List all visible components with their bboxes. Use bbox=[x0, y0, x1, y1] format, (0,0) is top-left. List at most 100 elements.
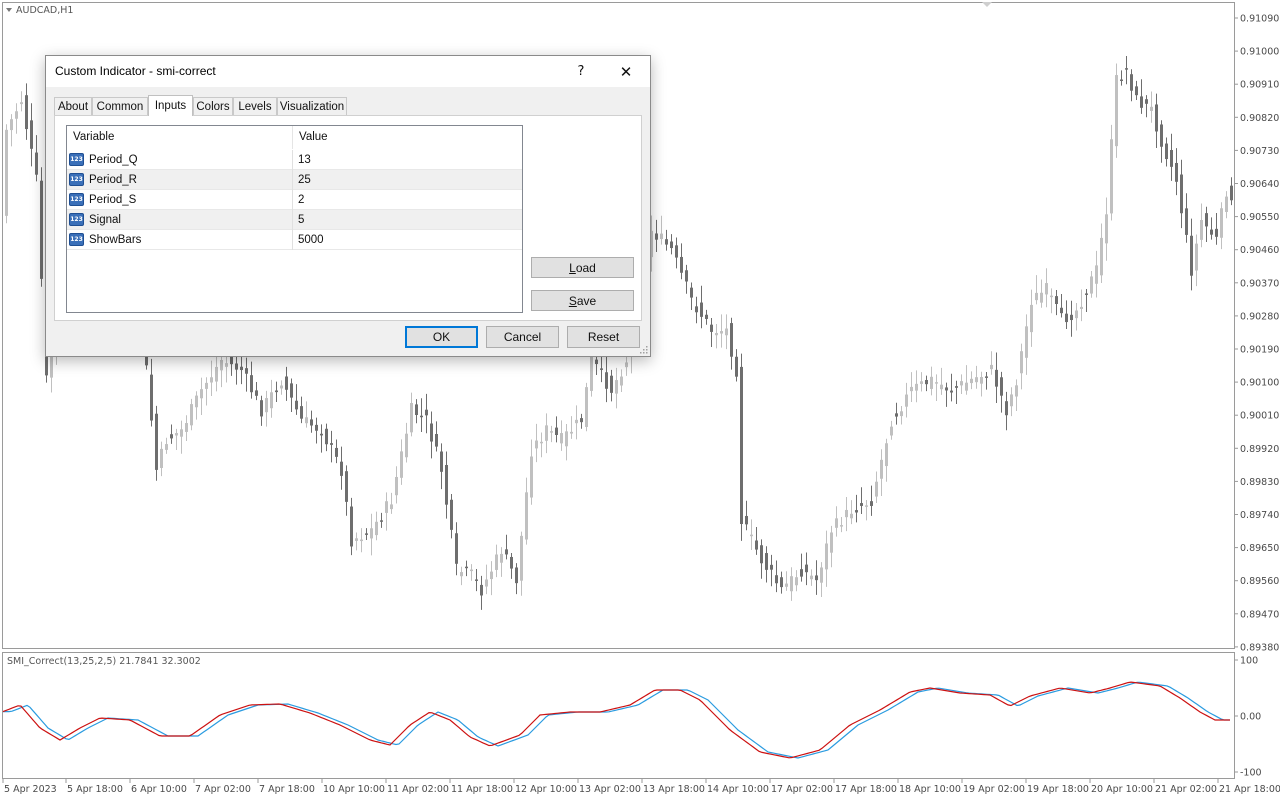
candle-body bbox=[390, 504, 393, 510]
candle-body bbox=[305, 417, 308, 424]
variable-value[interactable]: 5 bbox=[298, 210, 304, 230]
close-icon: ✕ bbox=[619, 62, 633, 81]
price-tick-label: 0.91000 bbox=[1240, 47, 1279, 58]
candle-body bbox=[805, 564, 808, 573]
candle-body bbox=[320, 433, 323, 436]
candle-body bbox=[735, 356, 738, 377]
candle-body bbox=[360, 539, 363, 542]
candle-body bbox=[820, 567, 823, 583]
tab-visualization[interactable]: Visualization bbox=[277, 97, 347, 115]
tab-levels[interactable]: Levels bbox=[233, 97, 277, 115]
column-header-value[interactable]: Value bbox=[293, 126, 522, 149]
candle-body bbox=[1125, 68, 1128, 70]
help-button[interactable]: ? bbox=[559, 56, 603, 87]
price-tick-label: 0.89650 bbox=[1240, 543, 1279, 554]
candle-body bbox=[245, 368, 248, 374]
candle-body bbox=[1205, 213, 1208, 227]
candle-body bbox=[260, 400, 263, 417]
candle-body bbox=[485, 579, 488, 587]
candle-body bbox=[445, 465, 448, 505]
candle-body bbox=[1080, 306, 1083, 309]
dialog-title: Custom Indicator - smi-correct bbox=[55, 64, 216, 78]
tab-colors[interactable]: Colors bbox=[193, 97, 233, 115]
candle-body bbox=[1105, 214, 1108, 244]
time-tick-label: 19 Apr 18:00 bbox=[1027, 784, 1089, 795]
candle-body bbox=[520, 535, 523, 581]
candle-body bbox=[160, 448, 163, 468]
table-row[interactable]: 123 Signal 5 bbox=[67, 210, 522, 230]
candle-body bbox=[240, 366, 243, 371]
candle-body bbox=[740, 366, 743, 525]
candle-body bbox=[1230, 185, 1233, 201]
candle-body bbox=[375, 521, 378, 536]
tab-inputs[interactable]: Inputs bbox=[148, 95, 193, 116]
price-tick-label: 0.90820 bbox=[1240, 113, 1279, 124]
time-tick-label: 19 Apr 02:00 bbox=[963, 784, 1025, 795]
candle-body bbox=[330, 443, 333, 445]
candle-body bbox=[1130, 74, 1133, 91]
candle-body bbox=[1160, 124, 1163, 147]
price-tick-label: 0.90190 bbox=[1240, 345, 1279, 356]
variable-name: ShowBars bbox=[89, 234, 142, 246]
custom-indicator-dialog: Custom Indicator - smi-correct ? ✕ About… bbox=[45, 55, 651, 357]
candle-body bbox=[1090, 276, 1093, 294]
candle-body bbox=[270, 392, 273, 409]
candle-body bbox=[1190, 235, 1193, 276]
candle-body bbox=[715, 332, 718, 336]
price-tick-label: 0.91090 bbox=[1240, 14, 1279, 25]
candle-body bbox=[1010, 394, 1013, 407]
candle-body bbox=[860, 503, 863, 506]
variable-value[interactable]: 25 bbox=[298, 170, 311, 190]
candle-body bbox=[565, 431, 568, 447]
candle-body bbox=[510, 556, 513, 569]
variable-value[interactable]: 13 bbox=[298, 150, 311, 170]
variable-value[interactable]: 2 bbox=[298, 190, 304, 210]
cancel-button[interactable]: Cancel bbox=[486, 326, 559, 348]
table-row[interactable]: 123 Period_S 2 bbox=[67, 190, 522, 210]
candle-body bbox=[750, 534, 753, 537]
time-tick-label: 13 Apr 18:00 bbox=[643, 784, 705, 795]
candle-body bbox=[35, 152, 38, 175]
candle-body bbox=[220, 359, 223, 371]
reset-button[interactable]: Reset bbox=[567, 326, 640, 348]
table-row[interactable]: 123 ShowBars 5000 bbox=[67, 230, 522, 250]
ok-button[interactable]: OK bbox=[405, 326, 478, 348]
price-tick-label: 0.89380 bbox=[1240, 642, 1279, 653]
tab-common[interactable]: Common bbox=[92, 97, 148, 115]
candle-body bbox=[665, 239, 668, 245]
dialog-titlebar[interactable]: Custom Indicator - smi-correct ? ✕ bbox=[46, 56, 650, 87]
load-button[interactable]: Load bbox=[531, 257, 634, 278]
candle-body bbox=[280, 385, 283, 389]
column-header-variable[interactable]: Variable bbox=[67, 126, 292, 149]
candle-body bbox=[1220, 208, 1223, 238]
table-row[interactable]: 123 Period_R 25 bbox=[67, 170, 522, 190]
close-button[interactable]: ✕ bbox=[604, 56, 648, 87]
price-tick-label: 0.90640 bbox=[1240, 179, 1279, 190]
candle-body bbox=[1195, 243, 1198, 271]
time-tick-label: 12 Apr 10:00 bbox=[515, 784, 577, 795]
candle-body bbox=[670, 241, 673, 249]
candle-body bbox=[470, 569, 473, 572]
candle-body bbox=[175, 433, 178, 436]
candle-body bbox=[420, 415, 423, 418]
time-tick-label: 14 Apr 10:00 bbox=[707, 784, 769, 795]
candle-body bbox=[20, 102, 23, 105]
candle-body bbox=[900, 411, 903, 417]
candle-body bbox=[415, 404, 418, 416]
candle-body bbox=[680, 256, 683, 273]
table-row[interactable]: 123 Period_Q 13 bbox=[67, 150, 522, 170]
candle-body bbox=[1020, 351, 1023, 374]
candle-body bbox=[205, 382, 208, 389]
save-button[interactable]: Save bbox=[531, 290, 634, 311]
resize-grip-icon[interactable] bbox=[639, 345, 648, 354]
tab-about[interactable]: About bbox=[54, 97, 92, 115]
candle-body bbox=[930, 376, 933, 389]
candle-body bbox=[405, 433, 408, 458]
cell-divider bbox=[292, 230, 293, 250]
candle-body bbox=[370, 528, 373, 539]
candle-body bbox=[1075, 310, 1078, 319]
variable-value[interactable]: 5000 bbox=[298, 230, 324, 250]
candle-body bbox=[595, 359, 598, 365]
candle-body bbox=[1210, 229, 1213, 235]
candle-body bbox=[475, 579, 478, 581]
